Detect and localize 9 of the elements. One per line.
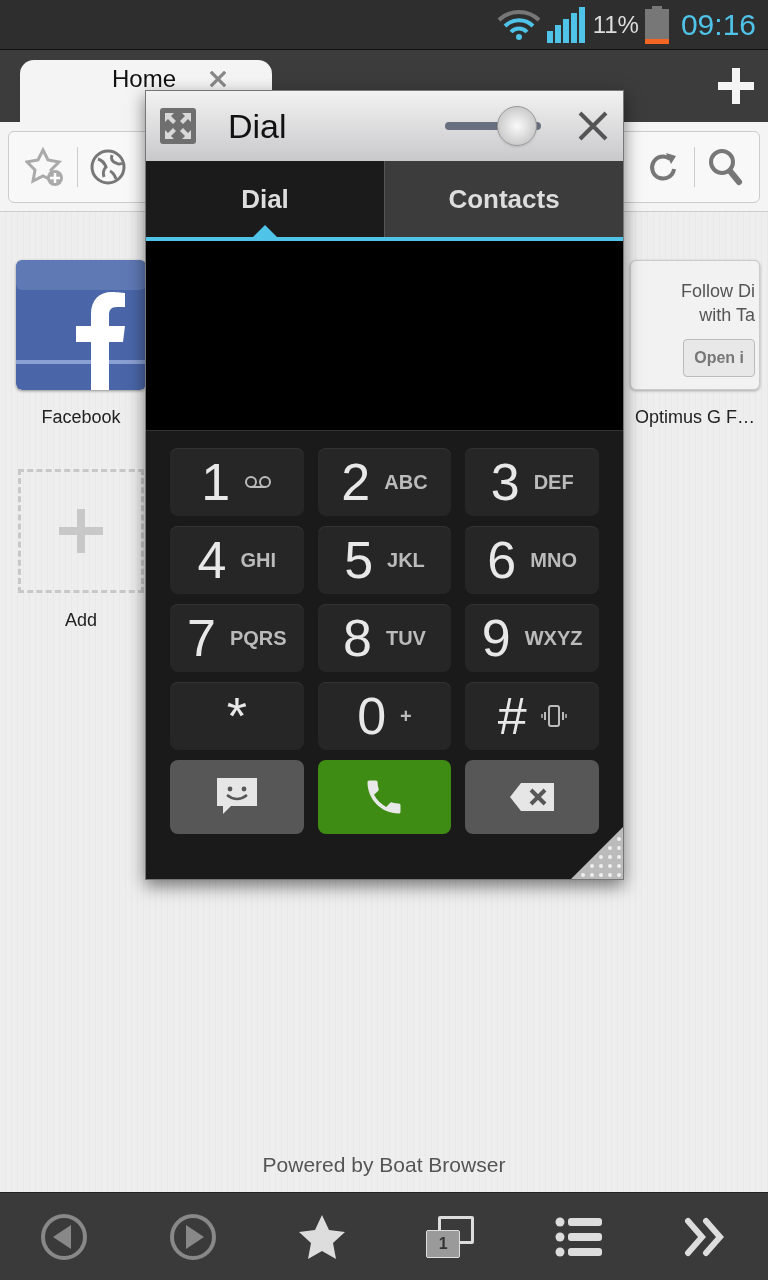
clock: 09:16 — [680, 7, 756, 43]
tile-label: Facebook — [41, 406, 121, 429]
tile-label: Add — [65, 609, 97, 632]
tile-label: Optimus G F… — [635, 406, 755, 429]
promo-text: with Ta — [699, 304, 755, 327]
footer-text: Powered by Boat Browser — [262, 1151, 506, 1178]
promo-text: Follow Di — [681, 280, 755, 303]
battery-percent: 11% — [592, 9, 639, 40]
window-title: Dial — [228, 105, 287, 147]
